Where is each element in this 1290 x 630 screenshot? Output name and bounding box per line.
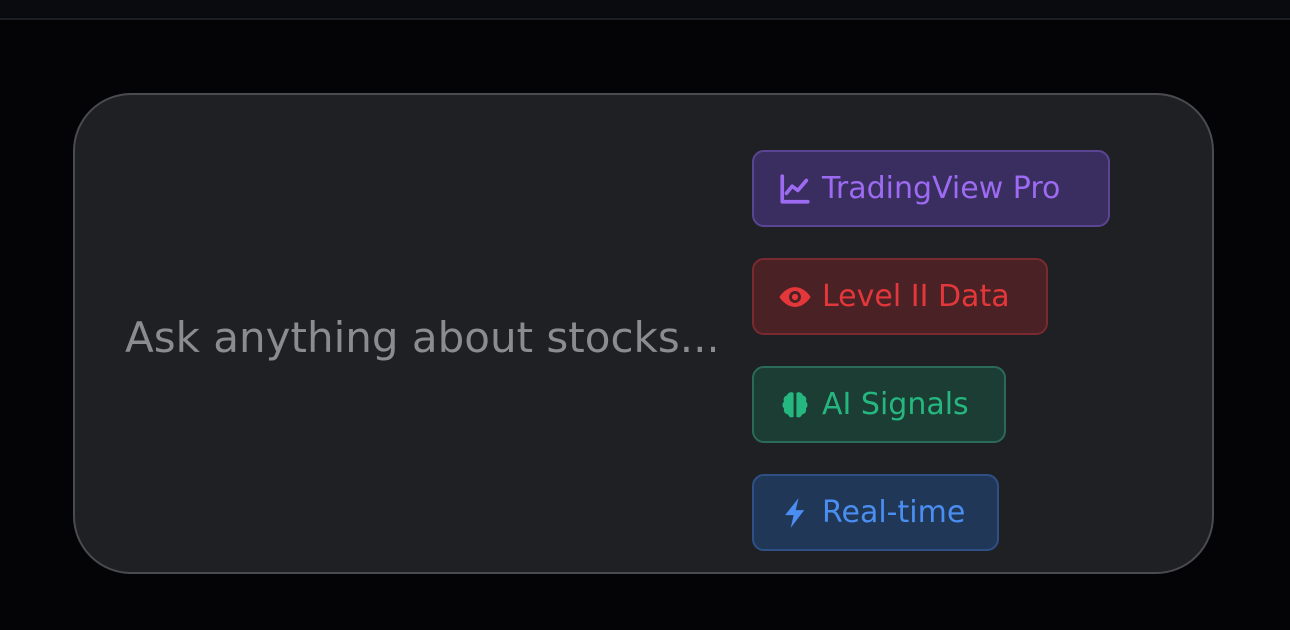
feature-chips: TradingView Pro Level II Data AI Signals	[752, 150, 1110, 582]
ai-signals-label: AI Signals	[822, 387, 969, 422]
ai-signals-chip[interactable]: AI Signals	[752, 366, 1006, 443]
stock-question-input[interactable]	[125, 309, 715, 365]
level-ii-data-label: Level II Data	[822, 279, 1010, 314]
tradingview-pro-label: TradingView Pro	[822, 171, 1061, 206]
bolt-icon	[778, 496, 812, 530]
real-time-chip[interactable]: Real-time	[752, 474, 999, 551]
brain-icon	[778, 388, 812, 422]
level-ii-data-chip[interactable]: Level II Data	[752, 258, 1048, 335]
real-time-label: Real-time	[822, 495, 966, 530]
eye-icon	[778, 280, 812, 314]
top-bar	[0, 0, 1290, 20]
chart-line-icon	[778, 172, 812, 206]
tradingview-pro-chip[interactable]: TradingView Pro	[752, 150, 1110, 227]
chat-input-box: TradingView Pro Level II Data AI Signals	[73, 93, 1214, 574]
